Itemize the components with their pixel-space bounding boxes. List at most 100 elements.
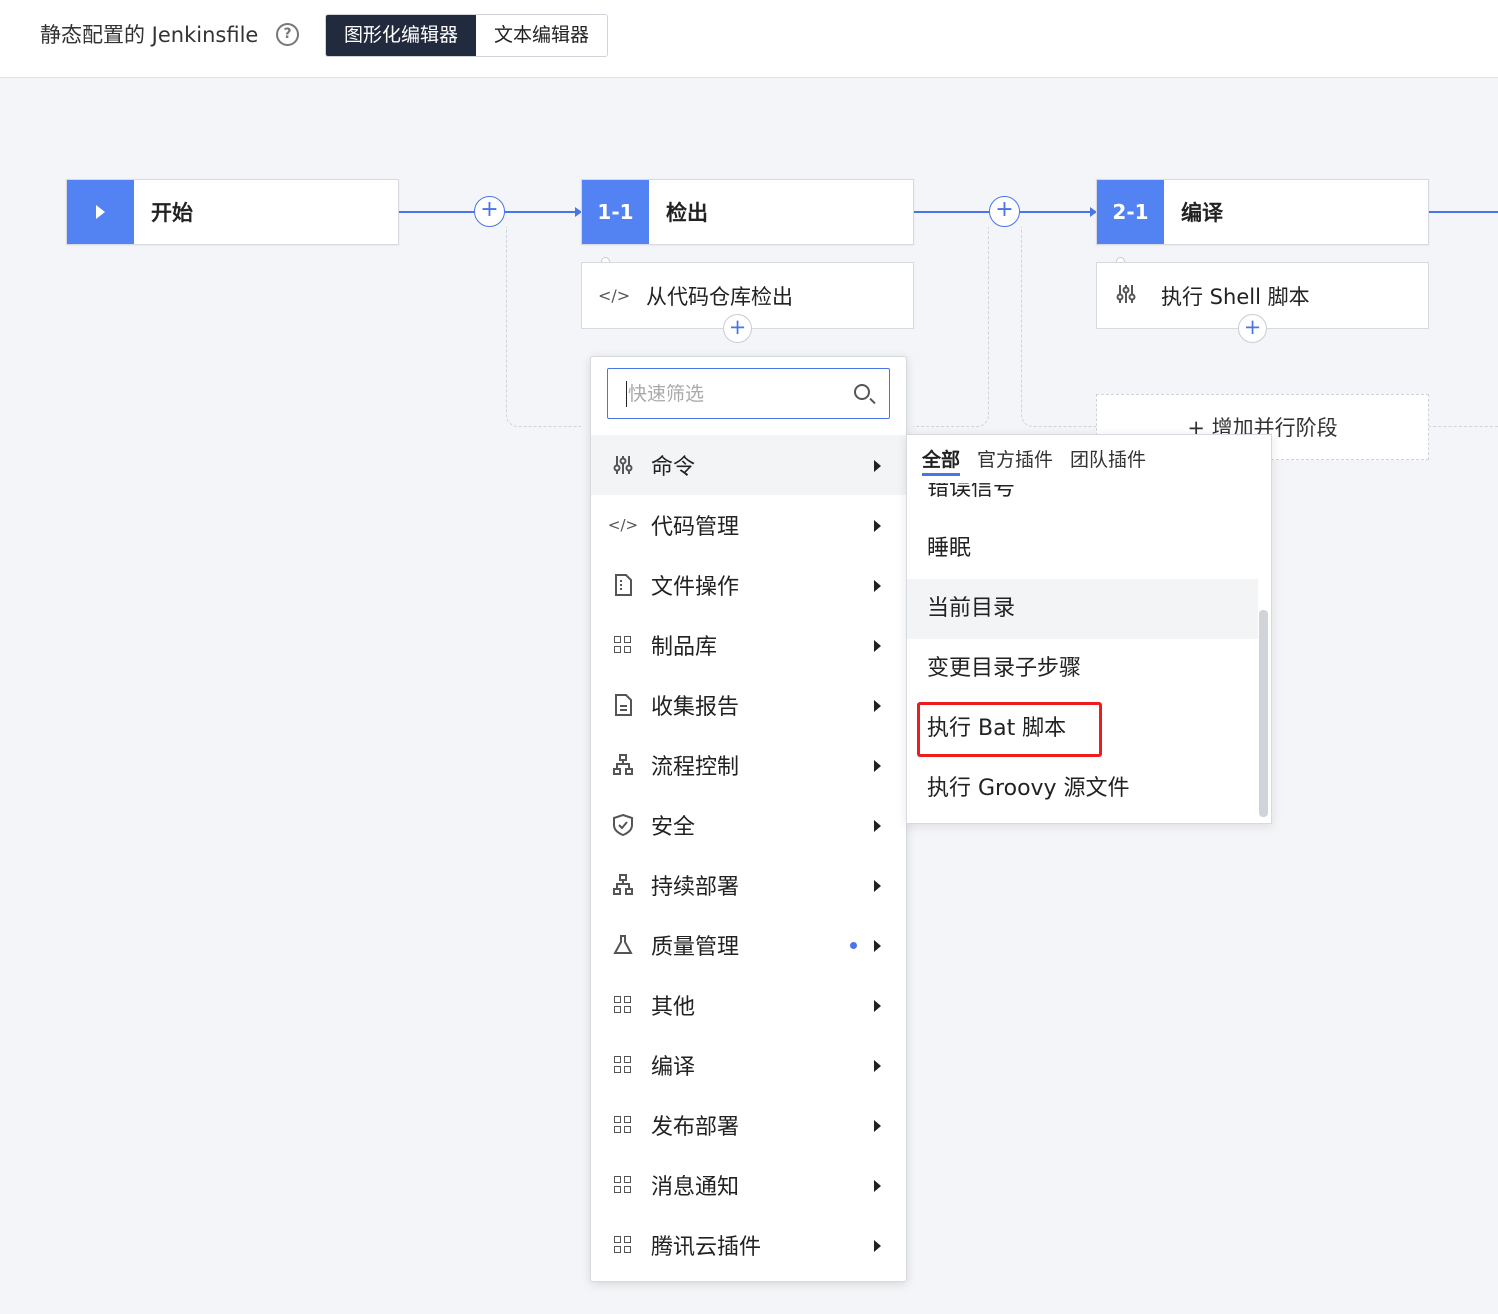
menu-item-tencent-cloud-plugins[interactable]: 腾讯云插件	[591, 1215, 906, 1275]
step-label: 执行 Shell 脚本	[1161, 284, 1310, 309]
top-bar: 静态配置的 Jenkinsfile ? 图形化编辑器 文本编辑器	[0, 0, 1498, 78]
menu-item-file-operations[interactable]: 文件操作	[591, 555, 906, 615]
menu-item-release-deploy[interactable]: 发布部署	[591, 1095, 906, 1155]
stage-build[interactable]: 2-1 编译	[1096, 179, 1429, 245]
submenu-item-change-dir[interactable]: 变更目录子步骤	[907, 639, 1258, 699]
hierarchy-icon	[611, 873, 635, 897]
menu-item-label: 安全	[651, 815, 696, 840]
menu-item-artifacts[interactable]: 制品库	[591, 615, 906, 675]
stage-name: 开始	[151, 201, 193, 225]
menu-item-label: 发布部署	[651, 1115, 740, 1140]
chevron-right-icon	[874, 1060, 881, 1072]
new-indicator-dot	[850, 942, 857, 949]
play-icon	[67, 180, 134, 244]
menu-item-label: 流程控制	[651, 755, 740, 780]
tab-official-plugins[interactable]: 官方插件	[977, 435, 1053, 483]
tab-team-plugins[interactable]: 团队插件	[1070, 435, 1146, 483]
tab-all[interactable]: 全部	[922, 435, 961, 483]
submenu-tabs: 全部 官方插件 团队插件	[907, 435, 1271, 483]
menu-item-label: 其他	[651, 995, 696, 1020]
annotation-highlight-box	[917, 702, 1102, 757]
stage-checkout[interactable]: 1-1 检出	[581, 179, 914, 245]
chevron-right-icon	[874, 640, 881, 652]
parallel-branch-line	[1021, 227, 1096, 427]
chevron-right-icon	[874, 1000, 881, 1012]
sliders-icon	[1113, 283, 1139, 309]
menu-item-label: 文件操作	[651, 575, 740, 600]
chevron-right-icon	[874, 760, 881, 772]
chevron-right-icon	[874, 940, 881, 952]
parallel-branch-line	[1428, 426, 1498, 427]
menu-item-label: 命令	[651, 455, 696, 480]
menu-item-label: 制品库	[651, 635, 718, 660]
submenu-scrollbar[interactable]	[1259, 610, 1268, 817]
connector-line	[1428, 211, 1498, 213]
menu-item-label: 代码管理	[651, 515, 740, 540]
submenu-item-sleep[interactable]: 睡眠	[907, 519, 1258, 579]
menu-item-notifications[interactable]: 消息通知	[591, 1155, 906, 1215]
menu-item-code-management[interactable]: </> 代码管理	[591, 495, 906, 555]
menu-item-label: 编译	[651, 1055, 696, 1080]
menu-item-flow-control[interactable]: 流程控制	[591, 735, 906, 795]
parallel-branch-line	[913, 227, 989, 427]
menu-item-label: 消息通知	[651, 1175, 740, 1200]
grid-icon	[611, 1233, 635, 1257]
menu-item-label: 持续部署	[651, 875, 740, 900]
menu-item-label: 收集报告	[651, 695, 740, 720]
stage-name: 检出	[666, 201, 708, 225]
submenu-item-run-groovy[interactable]: 执行 Groovy 源文件	[907, 759, 1258, 819]
chevron-right-icon	[874, 460, 881, 472]
menu-item-build[interactable]: 编译	[591, 1035, 906, 1095]
grid-icon	[611, 993, 635, 1017]
stage-name: 编译	[1181, 201, 1223, 225]
menu-item-label: 质量管理	[651, 935, 740, 960]
chevron-right-icon	[874, 520, 881, 532]
menu-item-quality-management[interactable]: 质量管理	[591, 915, 906, 975]
code-icon: </>	[598, 286, 631, 305]
help-icon[interactable]: ?	[276, 23, 299, 46]
submenu-list: 错误信号 睡眠 当前目录 变更目录子步骤 执行 Bat 脚本 执行 Groovy…	[907, 459, 1258, 819]
text-editor-tab[interactable]: 文本编辑器	[476, 15, 608, 56]
chevron-right-icon	[874, 700, 881, 712]
text-cursor	[626, 381, 627, 407]
flask-icon	[611, 933, 635, 957]
chevron-right-icon	[874, 1120, 881, 1132]
sliders-icon	[611, 453, 635, 477]
menu-item-continuous-deploy[interactable]: 持续部署	[591, 855, 906, 915]
menu-item-command[interactable]: 命令	[591, 435, 906, 495]
search-icon	[854, 384, 870, 400]
search-box[interactable]	[607, 368, 890, 419]
add-stage-button[interactable]: +	[474, 196, 505, 227]
menu-item-other[interactable]: 其他	[591, 975, 906, 1035]
graphical-editor-tab[interactable]: 图形化编辑器	[326, 15, 477, 56]
chevron-right-icon	[874, 820, 881, 832]
stage-number: 2-1	[1097, 180, 1164, 244]
add-step-button[interactable]: +	[723, 314, 752, 343]
add-step-button[interactable]: +	[1238, 314, 1267, 343]
stage-number: 1-1	[582, 180, 649, 244]
step-label: 从代码仓库检出	[646, 284, 793, 309]
menu-item-label: 腾讯云插件	[651, 1235, 762, 1260]
editor-mode-toggle: 图形化编辑器 文本编辑器	[325, 14, 609, 57]
report-icon	[611, 693, 635, 717]
menu-item-collect-reports[interactable]: 收集报告	[591, 675, 906, 735]
step-category-menu: 命令 </> 代码管理 文件操作 制品库 收集报告 流程控制 安全	[590, 356, 907, 1282]
grid-icon	[611, 1113, 635, 1137]
chevron-right-icon	[874, 1180, 881, 1192]
grid-icon	[611, 1173, 635, 1197]
chevron-right-icon	[874, 1240, 881, 1252]
command-submenu: 全部 官方插件 团队插件 错误信号 睡眠 当前目录 变更目录子步骤 执行 Bat…	[906, 434, 1272, 824]
chevron-right-icon	[874, 580, 881, 592]
menu-item-security[interactable]: 安全	[591, 795, 906, 855]
parallel-branch-line	[506, 227, 581, 427]
shield-icon	[611, 813, 635, 837]
grid-icon	[611, 633, 635, 657]
stage-start[interactable]: 开始	[66, 179, 399, 245]
search-input[interactable]	[628, 379, 848, 409]
grid-icon	[611, 1053, 635, 1077]
code-icon: </>	[607, 516, 639, 534]
page-title: 静态配置的 Jenkinsfile	[40, 23, 259, 47]
chevron-right-icon	[874, 880, 881, 892]
submenu-item-current-dir[interactable]: 当前目录	[907, 579, 1258, 639]
add-stage-button[interactable]: +	[989, 196, 1020, 227]
